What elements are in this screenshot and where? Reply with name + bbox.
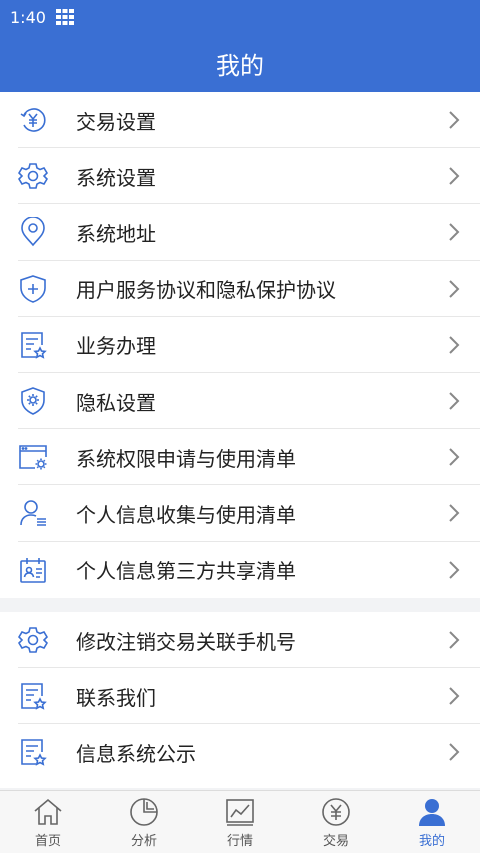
- menu-item-label: 系统权限申请与使用清单: [76, 446, 296, 471]
- home-icon: [34, 798, 62, 825]
- gear-icon: [18, 163, 48, 190]
- shield-plus-icon: [20, 274, 46, 303]
- app-header: 我的: [0, 34, 480, 92]
- menu-item-contact-us[interactable]: 联系我们: [0, 668, 480, 725]
- tab-label: 我的: [418, 833, 445, 849]
- menu-item-change-phone[interactable]: 修改注销交易关联手机号: [0, 612, 480, 669]
- chevron-right-icon: [449, 631, 460, 649]
- tab-market[interactable]: 行情: [192, 791, 288, 853]
- yuan-circle-icon: [322, 797, 350, 826]
- shield-gear-icon: [21, 387, 45, 415]
- menu-item-personal-info-collection[interactable]: 个人信息收集与使用清单: [0, 485, 480, 542]
- menu-item-system-settings[interactable]: 系统设置: [0, 148, 480, 205]
- menu-item-label: 个人信息第三方共享清单: [76, 559, 296, 584]
- chevron-right-icon: [449, 448, 460, 466]
- chevron-right-icon: [449, 560, 460, 579]
- menu-item-label: 联系我们: [76, 685, 156, 710]
- chevron-right-icon: [449, 223, 460, 242]
- tab-trade[interactable]: 交易: [288, 791, 384, 853]
- bottom-tab-bar: 首页 分析 行情 交易 我的: [0, 790, 480, 853]
- menu-item-system-address[interactable]: 系统地址: [0, 204, 480, 261]
- line-chart-icon: [226, 798, 254, 826]
- menu-item-third-party-sharing[interactable]: 个人信息第三方共享清单: [0, 542, 480, 598]
- tab-label: 分析: [130, 833, 157, 849]
- menu-item-label: 系统设置: [76, 165, 156, 190]
- menu-item-label: 个人信息收集与使用清单: [76, 502, 296, 527]
- menu-item-label: 用户服务协议和隐私保护协议: [76, 278, 336, 303]
- menu-group-other: 修改注销交易关联手机号 联系我们 信息系统公示: [0, 612, 480, 788]
- chevron-right-icon: [449, 504, 460, 523]
- menu-item-label: 系统地址: [76, 221, 156, 246]
- tab-home[interactable]: 首页: [0, 791, 96, 853]
- location-pin-icon: [21, 217, 45, 247]
- chevron-right-icon: [449, 111, 460, 129]
- menu-item-label: 信息系统公示: [76, 741, 196, 766]
- chevron-right-icon: [449, 687, 460, 705]
- chevron-right-icon: [449, 279, 460, 298]
- tab-analysis[interactable]: 分析: [96, 791, 192, 853]
- menu-item-permission-list[interactable]: 系统权限申请与使用清单: [0, 429, 480, 486]
- tab-label: 行情: [226, 833, 253, 849]
- page-title: 我的: [216, 51, 264, 80]
- menu-item-label: 交易设置: [76, 109, 156, 134]
- status-bar: 1:40: [0, 0, 480, 34]
- tab-label: 首页: [34, 833, 61, 849]
- gear-icon: [18, 627, 48, 653]
- document-star-icon: [21, 332, 47, 359]
- tab-label: 交易: [322, 833, 349, 849]
- yuan-circle-icon: [20, 108, 46, 132]
- document-star-icon: [21, 739, 47, 767]
- tab-mine[interactable]: 我的: [384, 791, 480, 853]
- chevron-right-icon: [449, 336, 460, 354]
- menu-item-system-disclosure[interactable]: 信息系统公示: [0, 724, 480, 780]
- menu-item-business[interactable]: 业务办理: [0, 317, 480, 374]
- status-time: 1:40: [10, 7, 46, 27]
- document-star-icon: [21, 683, 47, 710]
- menu-item-privacy-settings[interactable]: 隐私设置: [0, 373, 480, 430]
- user-icon: [419, 798, 445, 826]
- pie-chart-icon: [130, 797, 158, 826]
- menu-item-label: 隐私设置: [76, 390, 156, 415]
- chevron-right-icon: [449, 167, 460, 185]
- menu-item-user-agreement[interactable]: 用户服务协议和隐私保护协议: [0, 261, 480, 317]
- chevron-right-icon: [449, 743, 460, 762]
- calendar-card-icon: [20, 557, 46, 583]
- window-gear-icon: [19, 445, 47, 470]
- menu-group-settings: 交易设置 系统设置 系统地址 用户服务协议和隐私保护协议 业务办理 隐私设置 系…: [0, 92, 480, 598]
- menu-item-label: 修改注销交易关联手机号: [76, 629, 296, 654]
- person-list-icon: [20, 500, 46, 527]
- grid-icon: [55, 9, 74, 25]
- chevron-right-icon: [449, 392, 460, 410]
- menu-item-trade-settings[interactable]: 交易设置: [0, 92, 480, 149]
- menu-item-label: 业务办理: [76, 334, 156, 359]
